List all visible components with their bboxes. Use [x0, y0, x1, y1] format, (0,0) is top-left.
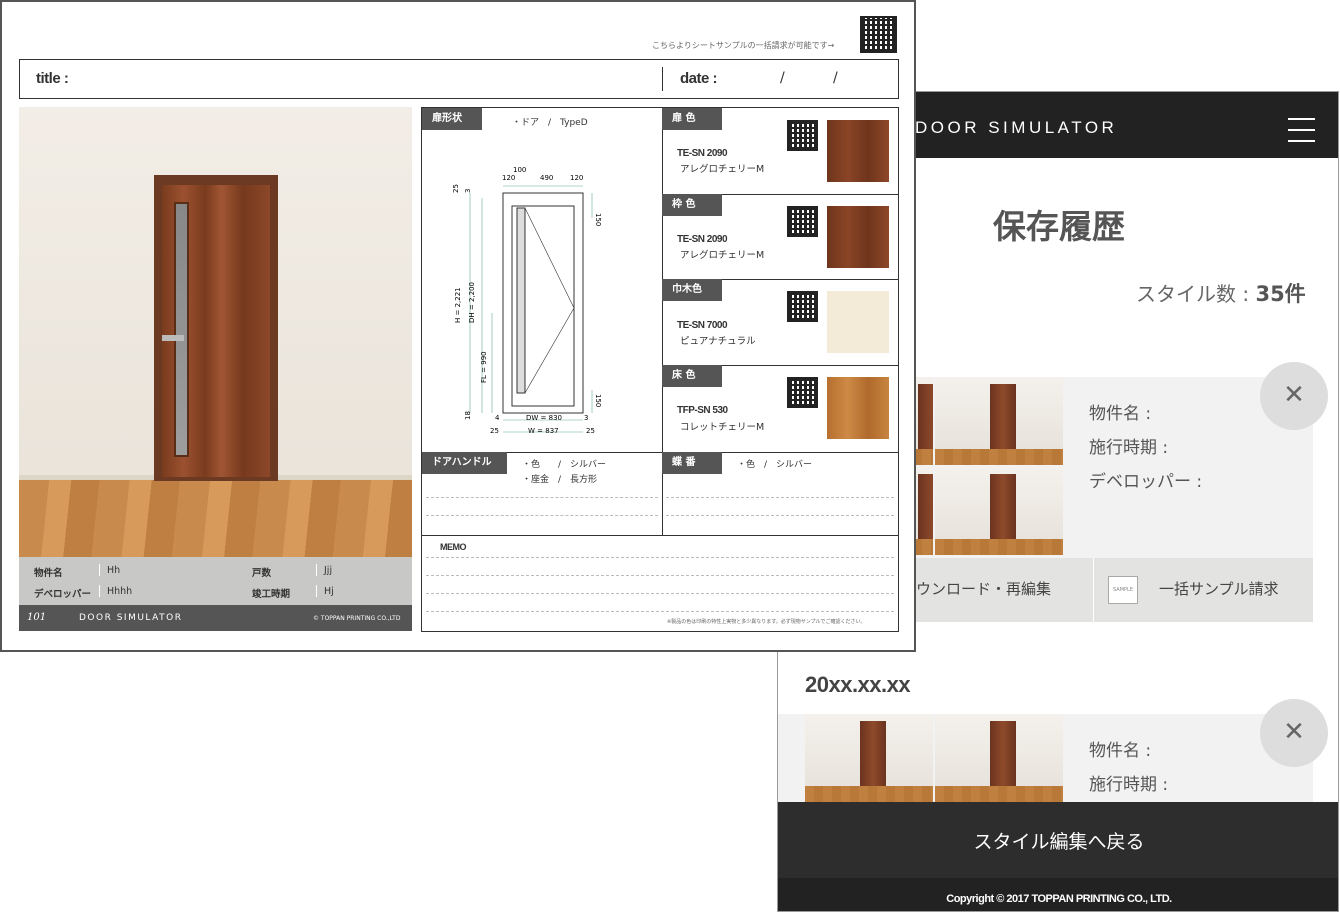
card-fields: 物件名 : 施行時期 : [1089, 734, 1168, 802]
qr-code-icon[interactable] [860, 16, 897, 53]
handle-label: ドアハンドル [422, 452, 507, 474]
material-code: TE-SN 2090 [677, 148, 728, 159]
hinge-label: 蝶 番 [662, 452, 722, 474]
dim-label: DW = 830 [526, 414, 562, 422]
delete-icon[interactable]: ✕ [1260, 699, 1328, 767]
date-label: date : [680, 70, 718, 87]
material-name: コレットチェリーM [680, 422, 765, 433]
material-name: アレグロチェリーM [680, 250, 765, 261]
dim-label: DH = 2,200 [468, 282, 476, 323]
material-label: 枠 色 [662, 194, 722, 216]
dim-label: 490 [540, 174, 553, 182]
hinge-line1: ・色 / シルバー [737, 460, 813, 470]
units-value: Jjj [324, 565, 333, 576]
material-label: 扉 色 [662, 108, 722, 130]
title-bar: title : date : / / [19, 59, 899, 99]
dim-label: 150 [594, 394, 602, 407]
style-count-value: 35件 [1255, 282, 1306, 306]
qr-code-icon[interactable] [787, 206, 818, 237]
property-value: Hh [107, 565, 121, 576]
field-developer: デベロッパー : [1089, 472, 1203, 492]
brand-copyright: © TOPPAN PRINTING CO.,LTD [313, 615, 401, 622]
developer-label: デベロッパー [34, 589, 92, 600]
qr-code-icon[interactable] [787, 291, 818, 322]
field-period: 施行時期 : [1089, 438, 1169, 458]
style-count-label: スタイル数 : [1136, 282, 1256, 306]
brand-name: DOOR SIMULATOR [79, 613, 183, 623]
property-info: 物件名 Hh 戸数 Jjj デベロッパー Hhhh 竣工時期 Hj [19, 557, 412, 605]
field-property: 物件名 : [1089, 404, 1152, 424]
qr-code-icon[interactable] [787, 377, 818, 408]
dim-label: 25 [586, 427, 595, 435]
dim-label: 150 [594, 213, 602, 226]
app-brand: DOOR SIMULATOR [915, 118, 1118, 137]
dim-label: 18 [464, 411, 472, 420]
dim-label: 120 [570, 174, 583, 182]
app-footer: Copyright © 2017 TOPPAN PRINTING CO., LT… [778, 878, 1338, 911]
qr-note: こちらよりシートサンプルの一括請求が可能です→ [652, 41, 835, 50]
hamburger-menu-icon[interactable] [1288, 118, 1316, 142]
download-button[interactable]: ウンロード・再編集 [916, 578, 1051, 599]
dim-label: FL = 990 [480, 351, 488, 383]
field-period: 施行時期 : [1089, 775, 1169, 795]
dim-label: 100 [513, 166, 526, 174]
material-name: ピュアナチュラル [680, 336, 756, 347]
dim-label: 3 [584, 414, 588, 422]
card-fields: 物件名 : 施行時期 : デベロッパー : [1089, 397, 1202, 499]
material-swatch [827, 377, 889, 439]
qr-code-icon[interactable] [787, 120, 818, 151]
material-swatch [827, 206, 889, 268]
material-swatch [827, 120, 889, 182]
completion-label: 竣工時期 [252, 589, 291, 600]
material-code: TE-SN 2090 [677, 234, 728, 245]
history-date: 20xx.xx.xx [805, 672, 911, 697]
brand-bar: 101 DOOR SIMULATOR © TOPPAN PRINTING CO.… [19, 605, 412, 631]
dim-label: W = 837 [528, 427, 559, 435]
material-label: 巾木色 [662, 279, 722, 301]
door-drawing: 100 120 490 120 25 3 H = 2,221 DH = 2,20… [452, 166, 602, 435]
page-title: 保存履歴 [993, 207, 1125, 246]
shape-value: ・ドア / TypeD [512, 118, 588, 128]
developer-value: Hhhh [107, 586, 133, 597]
date-slash: / [780, 70, 785, 86]
style-count: スタイル数 : 35件 [1136, 278, 1306, 308]
brand-logo: 101 [27, 612, 47, 623]
door-preview-image [19, 107, 412, 557]
material-name: アレグロチェリーM [680, 164, 765, 175]
door-handle-icon [162, 335, 184, 341]
thumbnail[interactable] [935, 467, 1063, 555]
footnote: ※製品の色は印刷の特性上実物と多少異なります。必ず現物サンプルでご確認ください。 [667, 619, 866, 625]
handle-line1: ・色 / シルバー [522, 460, 607, 470]
thumbnail[interactable] [935, 714, 1063, 802]
material-swatch [827, 291, 889, 353]
dim-label: 3 [464, 189, 472, 193]
thumbnail[interactable] [805, 714, 933, 802]
spec-sheet: こちらよりシートサンプルの一括請求が可能です→ title : date : /… [0, 0, 916, 652]
material-code: TFP-SN 530 [677, 405, 728, 416]
sample-icon: SAMPLE [1108, 576, 1138, 604]
completion-value: Hj [324, 586, 334, 597]
date-slash: / [833, 70, 838, 86]
property-label: 物件名 [34, 568, 63, 579]
title-label: title : [36, 70, 69, 87]
units-label: 戸数 [252, 568, 272, 579]
history-card: 物件名 : 施行時期 : [778, 714, 1313, 804]
dim-label: H = 2,221 [454, 287, 462, 323]
dim-label: 4 [495, 414, 500, 422]
handle-line2: ・座金 / 長方形 [522, 475, 598, 485]
dim-label: 25 [452, 184, 460, 193]
thumbnail[interactable] [935, 377, 1063, 465]
field-property: 物件名 : [1089, 741, 1152, 761]
spec-table: 扉形状 ・ドア / TypeD 100 120 490 120 25 3 H =… [421, 107, 899, 632]
material-code: TE-SN 7000 [677, 320, 728, 331]
material-label: 床 色 [662, 365, 722, 387]
memo-label: MEMO [440, 542, 467, 552]
back-to-edit-button[interactable]: スタイル編集へ戻る [778, 802, 1338, 878]
dim-label: 120 [502, 174, 515, 182]
dim-label: 25 [490, 427, 499, 435]
shape-label: 扉形状 [422, 108, 482, 130]
delete-icon[interactable]: ✕ [1260, 362, 1328, 430]
sample-request-button[interactable]: 一括サンプル請求 [1159, 578, 1279, 599]
